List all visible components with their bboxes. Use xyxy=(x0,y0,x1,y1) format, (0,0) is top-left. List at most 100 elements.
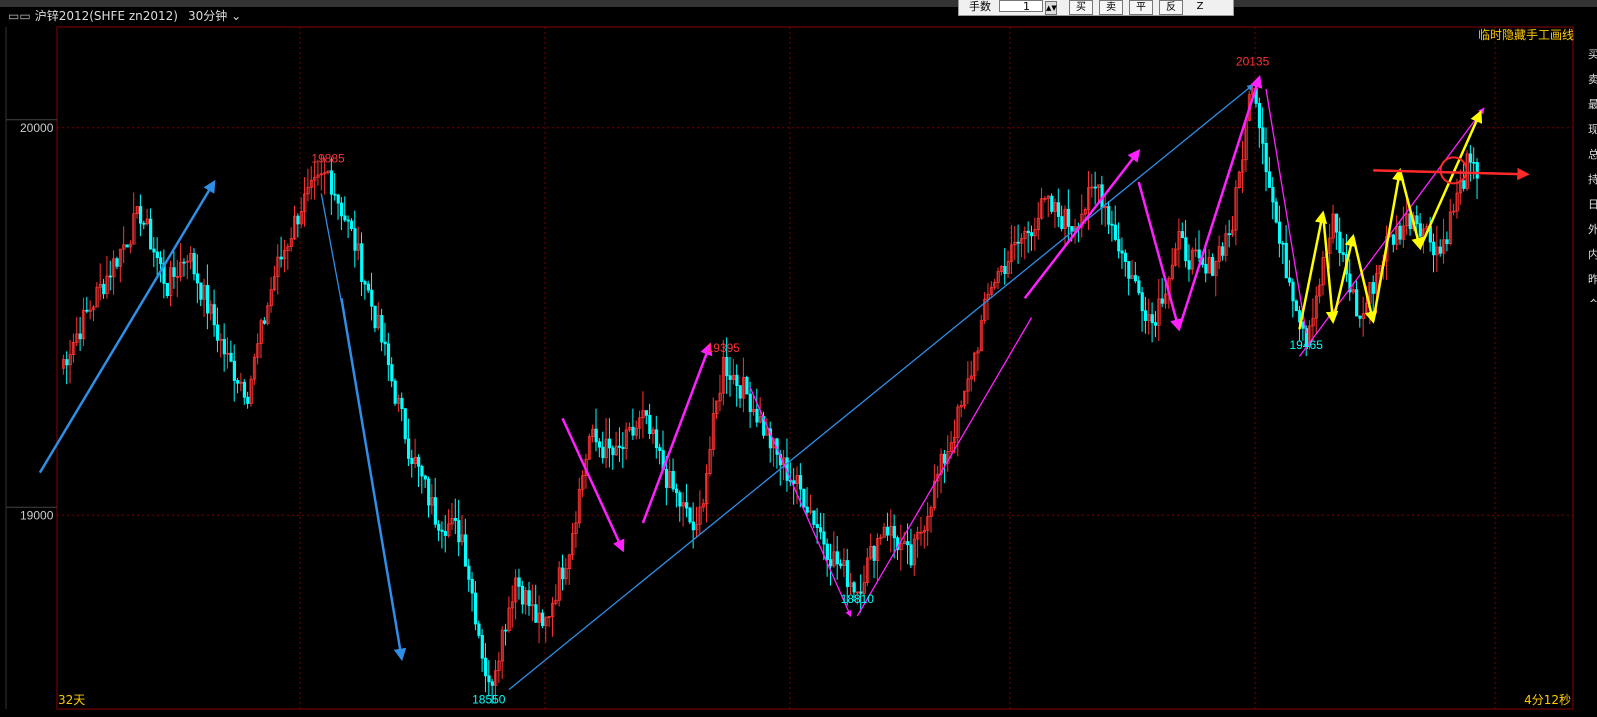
candle-body xyxy=(1117,239,1121,252)
candle-body xyxy=(1150,314,1154,324)
candle-body xyxy=(594,428,598,443)
candle-body xyxy=(597,441,602,448)
candle-body xyxy=(1107,205,1111,225)
candle-body xyxy=(520,585,525,605)
candle-body xyxy=(1288,277,1292,283)
candle-body xyxy=(1204,263,1208,274)
candle-body xyxy=(688,507,692,523)
candle-body xyxy=(1334,213,1339,233)
candle-body xyxy=(1371,282,1375,294)
y-tick-label: 19000 xyxy=(20,508,54,522)
candle-body xyxy=(621,447,625,449)
candle-body xyxy=(1154,322,1158,326)
right-strip-item-7: 外 xyxy=(1588,223,1597,236)
candle-body xyxy=(1468,153,1473,163)
candle-body xyxy=(1398,225,1402,240)
trend-line-magenta-11[interactable] xyxy=(1265,88,1307,334)
candle-body xyxy=(845,560,850,587)
candle-body xyxy=(329,170,334,195)
right-strip-item-9: 昨 xyxy=(1588,273,1597,286)
candle-body xyxy=(812,510,816,525)
candle-body xyxy=(360,243,364,282)
candle-body xyxy=(825,543,829,560)
candle-body xyxy=(440,529,444,532)
candle-body xyxy=(85,309,89,312)
candle-body xyxy=(212,304,216,326)
candle-body xyxy=(872,546,876,561)
candle-body xyxy=(423,475,427,480)
candle-body xyxy=(390,364,394,382)
candle-body xyxy=(1133,275,1138,282)
trend-line-yellow-13[interactable] xyxy=(1298,210,1328,330)
candle-body xyxy=(333,193,337,196)
candle-body xyxy=(346,219,350,222)
trend-line-red-20[interactable] xyxy=(1373,167,1530,181)
candle-body xyxy=(815,524,819,528)
candle-body xyxy=(490,681,494,686)
candle-body xyxy=(380,315,384,343)
candle-body xyxy=(420,465,424,477)
trend-line-blue-0[interactable] xyxy=(38,179,216,474)
trend-line-magenta-7[interactable] xyxy=(856,317,1033,617)
trend-line-magenta-8[interactable] xyxy=(1023,149,1141,300)
candle-body xyxy=(142,222,146,225)
candle-body xyxy=(125,244,129,248)
trend-line-magenta-6[interactable] xyxy=(749,387,852,618)
candle-body xyxy=(1355,289,1359,317)
candle-body xyxy=(1050,195,1054,212)
chart-frame xyxy=(56,26,1574,710)
candle-body xyxy=(487,675,491,683)
candle-body xyxy=(417,456,421,467)
candle-body xyxy=(664,469,669,488)
candle-body xyxy=(1472,161,1476,164)
candle-body xyxy=(406,438,411,459)
candle-body xyxy=(839,563,843,567)
candle-body xyxy=(1264,142,1268,173)
candle-body xyxy=(262,320,267,324)
candle-body xyxy=(1066,208,1071,227)
candle-body xyxy=(115,258,119,267)
trend-line-yellow-17[interactable] xyxy=(1371,167,1405,322)
candle-body xyxy=(517,577,521,587)
candle-body xyxy=(216,324,220,341)
day-count-label: 32天 xyxy=(58,693,85,707)
candle-body xyxy=(279,256,283,260)
candle-body xyxy=(1462,180,1466,189)
trend-line-blue-3[interactable] xyxy=(508,84,1254,691)
candle-body xyxy=(892,525,896,539)
candle-body xyxy=(678,492,682,507)
candle-body xyxy=(296,215,300,225)
candle-body xyxy=(1338,231,1342,254)
candle-body xyxy=(541,612,545,627)
candle-body xyxy=(343,215,347,221)
candle-body xyxy=(1144,310,1148,321)
candle-body xyxy=(159,257,163,264)
candle-body xyxy=(1016,241,1020,244)
trend-line-blue-2[interactable] xyxy=(340,298,407,662)
candle-body xyxy=(1475,162,1479,179)
candle-body xyxy=(886,526,890,536)
candle-body xyxy=(1284,242,1288,279)
candle-body xyxy=(108,275,113,278)
trend-line-magenta-12[interactable] xyxy=(1298,107,1485,357)
candle-body xyxy=(467,565,471,580)
candle-body xyxy=(433,497,438,525)
right-strip-item-5: 持 xyxy=(1588,173,1597,186)
candle-body xyxy=(155,251,159,259)
candle-body xyxy=(792,480,796,484)
candle-body xyxy=(410,458,414,464)
candle-body xyxy=(1432,241,1436,256)
trend-line-magenta-10[interactable] xyxy=(1177,74,1263,330)
hide-drawings-button[interactable]: 临时隐藏手工画线 xyxy=(1478,26,1574,43)
candle-body xyxy=(1180,231,1185,239)
candle-body xyxy=(1274,201,1278,223)
candlestick-chart[interactable]: 19000 20000 19885 18550 19395 18810 20135 19465… xyxy=(0,0,1597,717)
candle-body xyxy=(748,393,752,413)
candle-body xyxy=(852,582,856,593)
candle-body xyxy=(685,502,689,509)
candle-body xyxy=(363,281,367,285)
candle-body xyxy=(1418,223,1422,237)
candle-body xyxy=(631,426,635,436)
candle-body xyxy=(192,252,196,275)
candle-body xyxy=(1438,246,1442,254)
